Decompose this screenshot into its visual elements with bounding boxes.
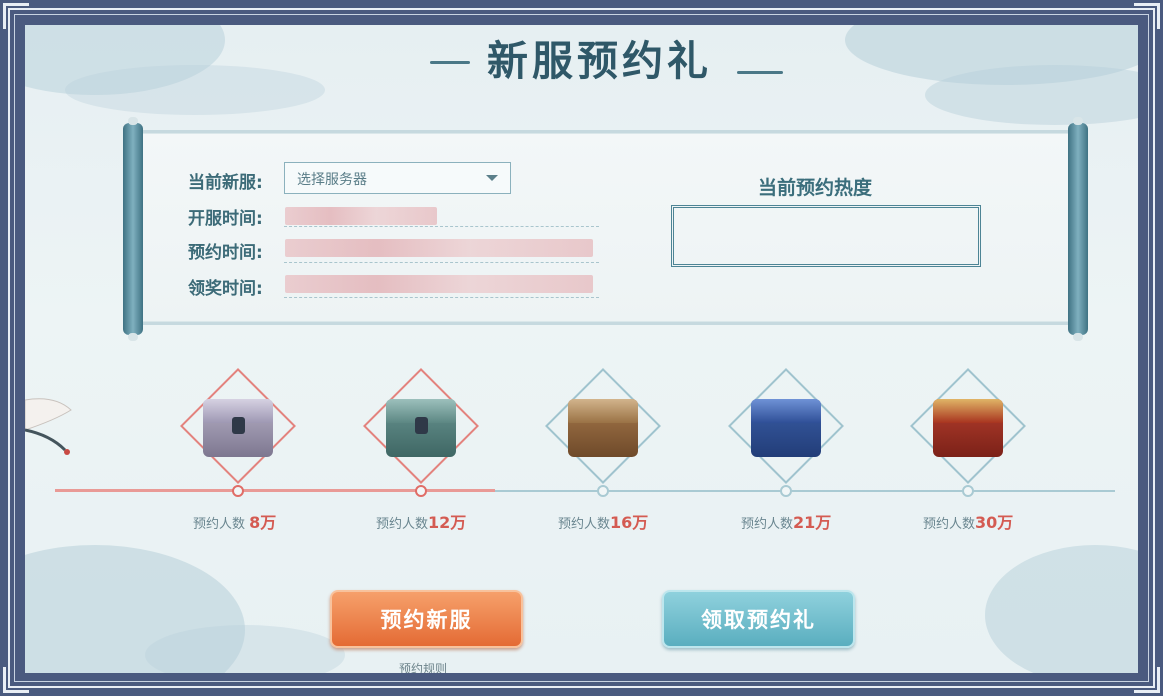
- scroll-roller-left: [123, 117, 143, 341]
- divider: [284, 297, 599, 298]
- reserve-time-value-redacted: [285, 239, 593, 257]
- open-time-value-redacted: [285, 207, 437, 225]
- milestone-prefix: 预约人数: [376, 517, 429, 532]
- milestone-prefix: 预约人数: [193, 517, 246, 532]
- title-swirl-right: [737, 71, 783, 74]
- claim-reward-button[interactable]: 领取预约礼: [662, 590, 855, 648]
- chest-lid: [568, 399, 638, 423]
- server-label: 当前新服:: [188, 173, 263, 193]
- cloud-decoration: [985, 545, 1138, 673]
- lock-icon: [415, 417, 428, 434]
- silver-chest-icon[interactable]: [203, 399, 273, 457]
- milestone-value: 12万: [428, 513, 467, 532]
- claim-time-label: 领奖时间:: [188, 279, 263, 299]
- window-frame: 新服预约礼 当前新服: 选择服务器 开服时间: 预约时间: 领奖时间: 当前预约…: [0, 0, 1163, 696]
- milestone-count: 预约人数 8万: [193, 509, 276, 533]
- server-select[interactable]: 选择服务器: [284, 162, 511, 194]
- milestone-value: 30万: [975, 513, 1014, 532]
- bronze-chest-icon[interactable]: [568, 399, 638, 457]
- milestone-node: [597, 485, 609, 497]
- milestone-prefix: 预约人数: [558, 517, 611, 532]
- progress-fill: [55, 489, 495, 492]
- divider: [284, 226, 599, 227]
- server-select-value: 选择服务器: [297, 172, 367, 188]
- chest-lid: [751, 399, 821, 423]
- claim-time-value-redacted: [285, 275, 593, 293]
- milestone-count: 预约人数30万: [923, 509, 1013, 533]
- ruby-chest-icon[interactable]: [933, 399, 1003, 457]
- rules-link[interactable]: 预约规则: [399, 660, 447, 673]
- milestone-value: 21万: [793, 513, 832, 532]
- milestone-node: [232, 485, 244, 497]
- milestone-node: [780, 485, 792, 497]
- milestone-node: [415, 485, 427, 497]
- milestone-value: 16万: [610, 513, 649, 532]
- sapphire-chest-icon[interactable]: [751, 399, 821, 457]
- title-swirl-left: [430, 61, 470, 64]
- heat-display-box: [671, 205, 981, 267]
- jade-chest-icon[interactable]: [386, 399, 456, 457]
- scroll-roller-right: [1068, 117, 1088, 341]
- cloud-decoration: [65, 65, 325, 115]
- page-title: 新服预约礼: [487, 37, 712, 85]
- milestone-count: 预约人数12万: [376, 509, 466, 533]
- lock-icon: [232, 417, 245, 434]
- heat-title: 当前预约热度: [758, 177, 873, 199]
- open-time-label: 开服时间:: [188, 209, 263, 229]
- chest-lid: [933, 399, 1003, 423]
- divider: [284, 262, 599, 263]
- milestone-count: 预约人数16万: [558, 509, 648, 533]
- crane-decoration: [25, 398, 72, 455]
- chevron-down-icon: [486, 175, 498, 181]
- event-panel: 新服预约礼 当前新服: 选择服务器 开服时间: 预约时间: 领奖时间: 当前预约…: [25, 25, 1138, 673]
- milestone-value: 8万: [249, 513, 277, 532]
- reserve-time-label: 预约时间:: [188, 243, 263, 263]
- milestone-prefix: 预约人数: [923, 517, 976, 532]
- milestone-node: [962, 485, 974, 497]
- milestone-count: 预约人数21万: [741, 509, 831, 533]
- milestone-prefix: 预约人数: [741, 517, 794, 532]
- reserve-button[interactable]: 预约新服: [330, 590, 523, 648]
